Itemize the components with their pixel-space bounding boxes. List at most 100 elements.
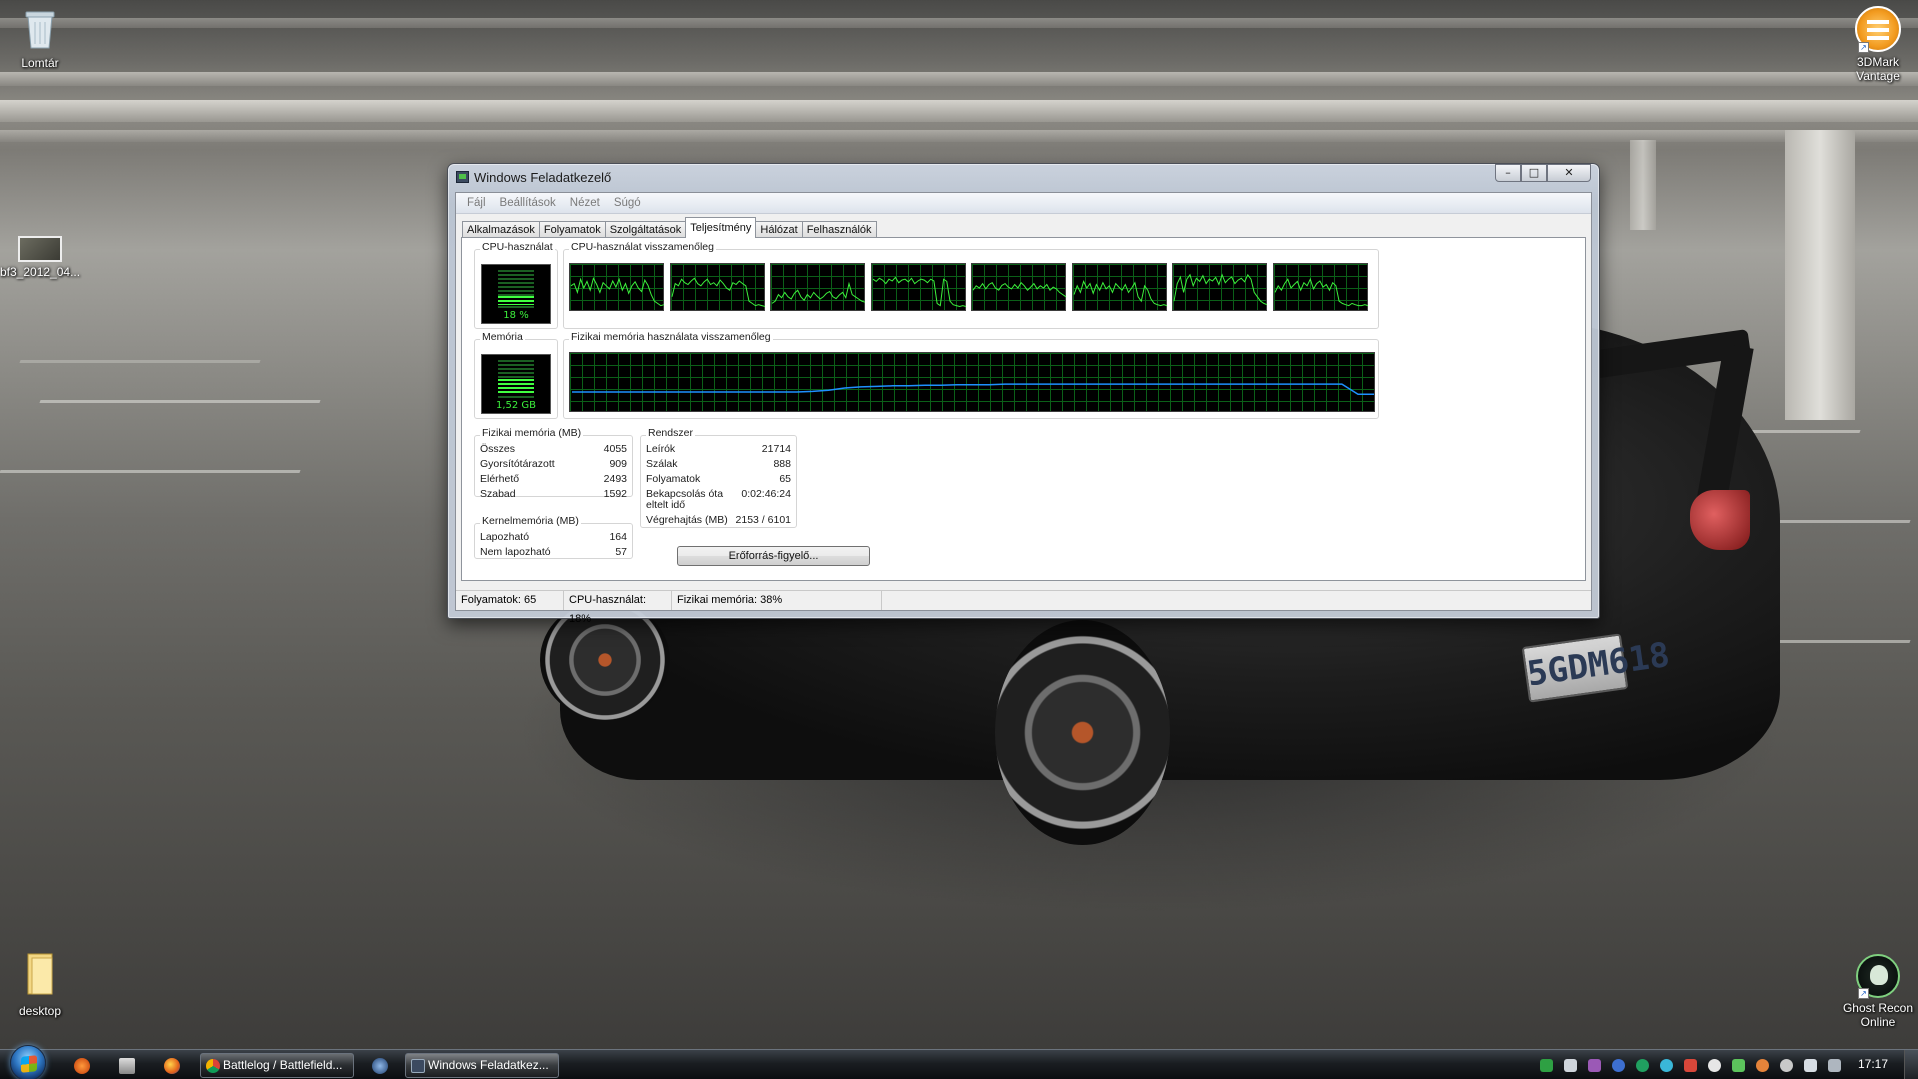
cpu-usage-fill [498, 296, 534, 305]
tab-performance[interactable]: Teljesítmény [685, 217, 757, 238]
cpu-core-graph [971, 263, 1067, 311]
status-cpu: CPU-használat: 18% [564, 591, 672, 625]
cpu-history-line [570, 276, 665, 307]
performance-panel: CPU-használat 18 % CPU-használat visszam… [461, 237, 1586, 581]
tray-app-icon[interactable] [1588, 1059, 1601, 1072]
cpu-core-graph [569, 263, 665, 311]
memory-meter: 1,52 GB [481, 354, 551, 414]
quicklaunch-app-icon[interactable] [119, 1058, 135, 1074]
close-button[interactable]: ✕ [1547, 164, 1591, 182]
tab-processes[interactable]: Folyamatok [538, 221, 606, 238]
cpu-usage-value: 18 % [503, 310, 529, 321]
start-button[interactable] [10, 1045, 46, 1079]
tray-app3-icon[interactable] [1756, 1059, 1769, 1072]
clock[interactable]: 17:17 [1858, 1057, 1888, 1071]
tray-update-icon[interactable] [1660, 1059, 1673, 1072]
tray-network2-icon[interactable] [1828, 1059, 1841, 1072]
quicklaunch-firefox-icon[interactable] [164, 1058, 180, 1074]
cpu-usage-meter: 18 % [481, 264, 551, 324]
cpu-usage-group: CPU-használat 18 % [474, 241, 558, 329]
tab-users[interactable]: Felhasználók [801, 221, 877, 238]
trash-icon [25, 11, 55, 49]
stat-row: Összes 4055 [480, 443, 627, 455]
stat-row: Végrehajtás (MB) 2153 / 6101 [646, 514, 791, 526]
tray-skype-icon[interactable] [1636, 1059, 1649, 1072]
volume-icon[interactable] [1804, 1059, 1817, 1072]
menu-bar: Fájl Beállítások Nézet Súgó [456, 193, 1591, 214]
tab-networking[interactable]: Hálózat [755, 221, 803, 238]
icon-label: bf3_2012_04... [0, 265, 81, 279]
shortcut-arrow-icon: ↗ [1858, 42, 1869, 53]
cpu-core-graph [1272, 263, 1368, 311]
cpu-core-graph [770, 263, 866, 311]
screenshot-file-icon[interactable]: bf3_2012_04... [0, 236, 80, 279]
stat-row: Szálak 888 [646, 458, 791, 470]
icon-label-line1: Ghost Recon [1842, 1001, 1914, 1015]
menu-options[interactable]: Beállítások [493, 197, 563, 209]
cpu-core-graph [1172, 263, 1268, 311]
taskbar-button-label: Windows Feladatkez... [428, 1058, 549, 1072]
stat-row: Lapozható 164 [480, 531, 627, 543]
show-desktop-button[interactable] [1904, 1050, 1918, 1079]
shortcut-arrow-icon: ↗ [1858, 988, 1869, 999]
quicklaunch-origin-icon[interactable] [74, 1058, 90, 1074]
tray-nvidia-icon[interactable] [1732, 1059, 1745, 1072]
cpu-core-graph [870, 263, 966, 311]
resource-monitor-button[interactable]: Erőforrás-figyelő... [677, 546, 870, 566]
menu-file[interactable]: Fájl [460, 197, 493, 209]
icon-label: desktop [18, 1004, 62, 1018]
tab-services[interactable]: Szolgáltatások [604, 221, 687, 238]
folder-icon [27, 953, 53, 995]
cpu-history-title: CPU-használat visszamenőleg [569, 241, 716, 253]
icon-label-line2: Online [1860, 1015, 1896, 1029]
cpu-history-line [1173, 273, 1268, 306]
task-manager-app-icon [456, 171, 469, 183]
memory-history-group: Fizikai memória használata visszamenőleg [563, 331, 1379, 419]
tray-monitor-icon[interactable] [1540, 1059, 1553, 1072]
tray-globe-icon[interactable] [1612, 1059, 1625, 1072]
maximize-button[interactable]: □ [1521, 164, 1547, 182]
icon-label: Lomtár [21, 56, 59, 70]
minimize-button[interactable]: – [1495, 164, 1521, 182]
status-processes: Folyamatok: 65 [456, 591, 564, 610]
icon-label-line1: 3DMark [1856, 55, 1899, 69]
title-bar[interactable]: Windows Feladatkezelő – □ ✕ [456, 164, 1591, 189]
cpu-history-line [972, 281, 1067, 298]
memory-value: 1,52 GB [495, 400, 537, 411]
tray-app2-icon[interactable] [1708, 1059, 1721, 1072]
taskbar-button-label: Battlelog / Battlefield... [223, 1058, 343, 1072]
status-memory: Fizikai memória: 38% [672, 591, 882, 610]
kernel-memory-title: Kernelmemória (MB) [480, 515, 581, 527]
stat-row: Folyamatok 65 [646, 473, 791, 485]
stat-row: Leírók 21714 [646, 443, 791, 455]
tray-speaker-red-icon[interactable] [1684, 1059, 1697, 1072]
status-empty [882, 591, 1591, 610]
ghost-recon-online-icon[interactable]: ↗ Ghost Recon Online [1838, 954, 1918, 1029]
cpu-core-graph [669, 263, 765, 311]
quicklaunch-steam-icon[interactable] [372, 1058, 388, 1074]
cpu-history-line [1274, 277, 1368, 307]
recycle-bin-icon[interactable]: Lomtár [0, 8, 80, 70]
taskbar-button-task-manager[interactable]: Windows Feladatkez... [405, 1053, 559, 1078]
menu-view[interactable]: Nézet [563, 197, 607, 209]
system-group: Rendszer Leírók 21714 Szálak 888 Folyamato… [640, 427, 797, 528]
physical-memory-group: Fizikai memória (MB) Összes 4055 Gyorsító… [474, 427, 633, 500]
chrome-icon [206, 1059, 220, 1073]
task-manager-window[interactable]: Windows Feladatkezelő – □ ✕ Fájl Beállít… [447, 163, 1600, 625]
menu-help[interactable]: Súgó [607, 197, 648, 209]
tray-app4-icon[interactable] [1780, 1059, 1793, 1072]
tab-applications[interactable]: Alkalmazások [462, 221, 540, 238]
cpu-history-line [771, 281, 866, 304]
tray-network-icon[interactable] [1564, 1059, 1577, 1072]
memory-fill [498, 379, 534, 395]
window-title: Windows Feladatkezelő [474, 170, 612, 185]
stat-row: Elérhető 2493 [480, 473, 627, 485]
desktop-folder-icon[interactable]: desktop [0, 950, 80, 1018]
taskbar-button-battlelog[interactable]: Battlelog / Battlefield... [200, 1053, 354, 1078]
physical-memory-title: Fizikai memória (MB) [480, 427, 584, 439]
kernel-memory-group: Kernelmemória (MB) Lapozható 164 Nem lapo… [474, 515, 633, 559]
3dmark-vantage-icon[interactable]: ↗ 3DMark Vantage [1838, 6, 1918, 83]
stat-row: Nem lapozható 57 [480, 546, 627, 558]
taskbar: Battlelog / Battlefield... Windows Felad… [0, 1045, 1918, 1079]
window-client-area: Fájl Beállítások Nézet Súgó Alkalmazások… [455, 192, 1592, 625]
